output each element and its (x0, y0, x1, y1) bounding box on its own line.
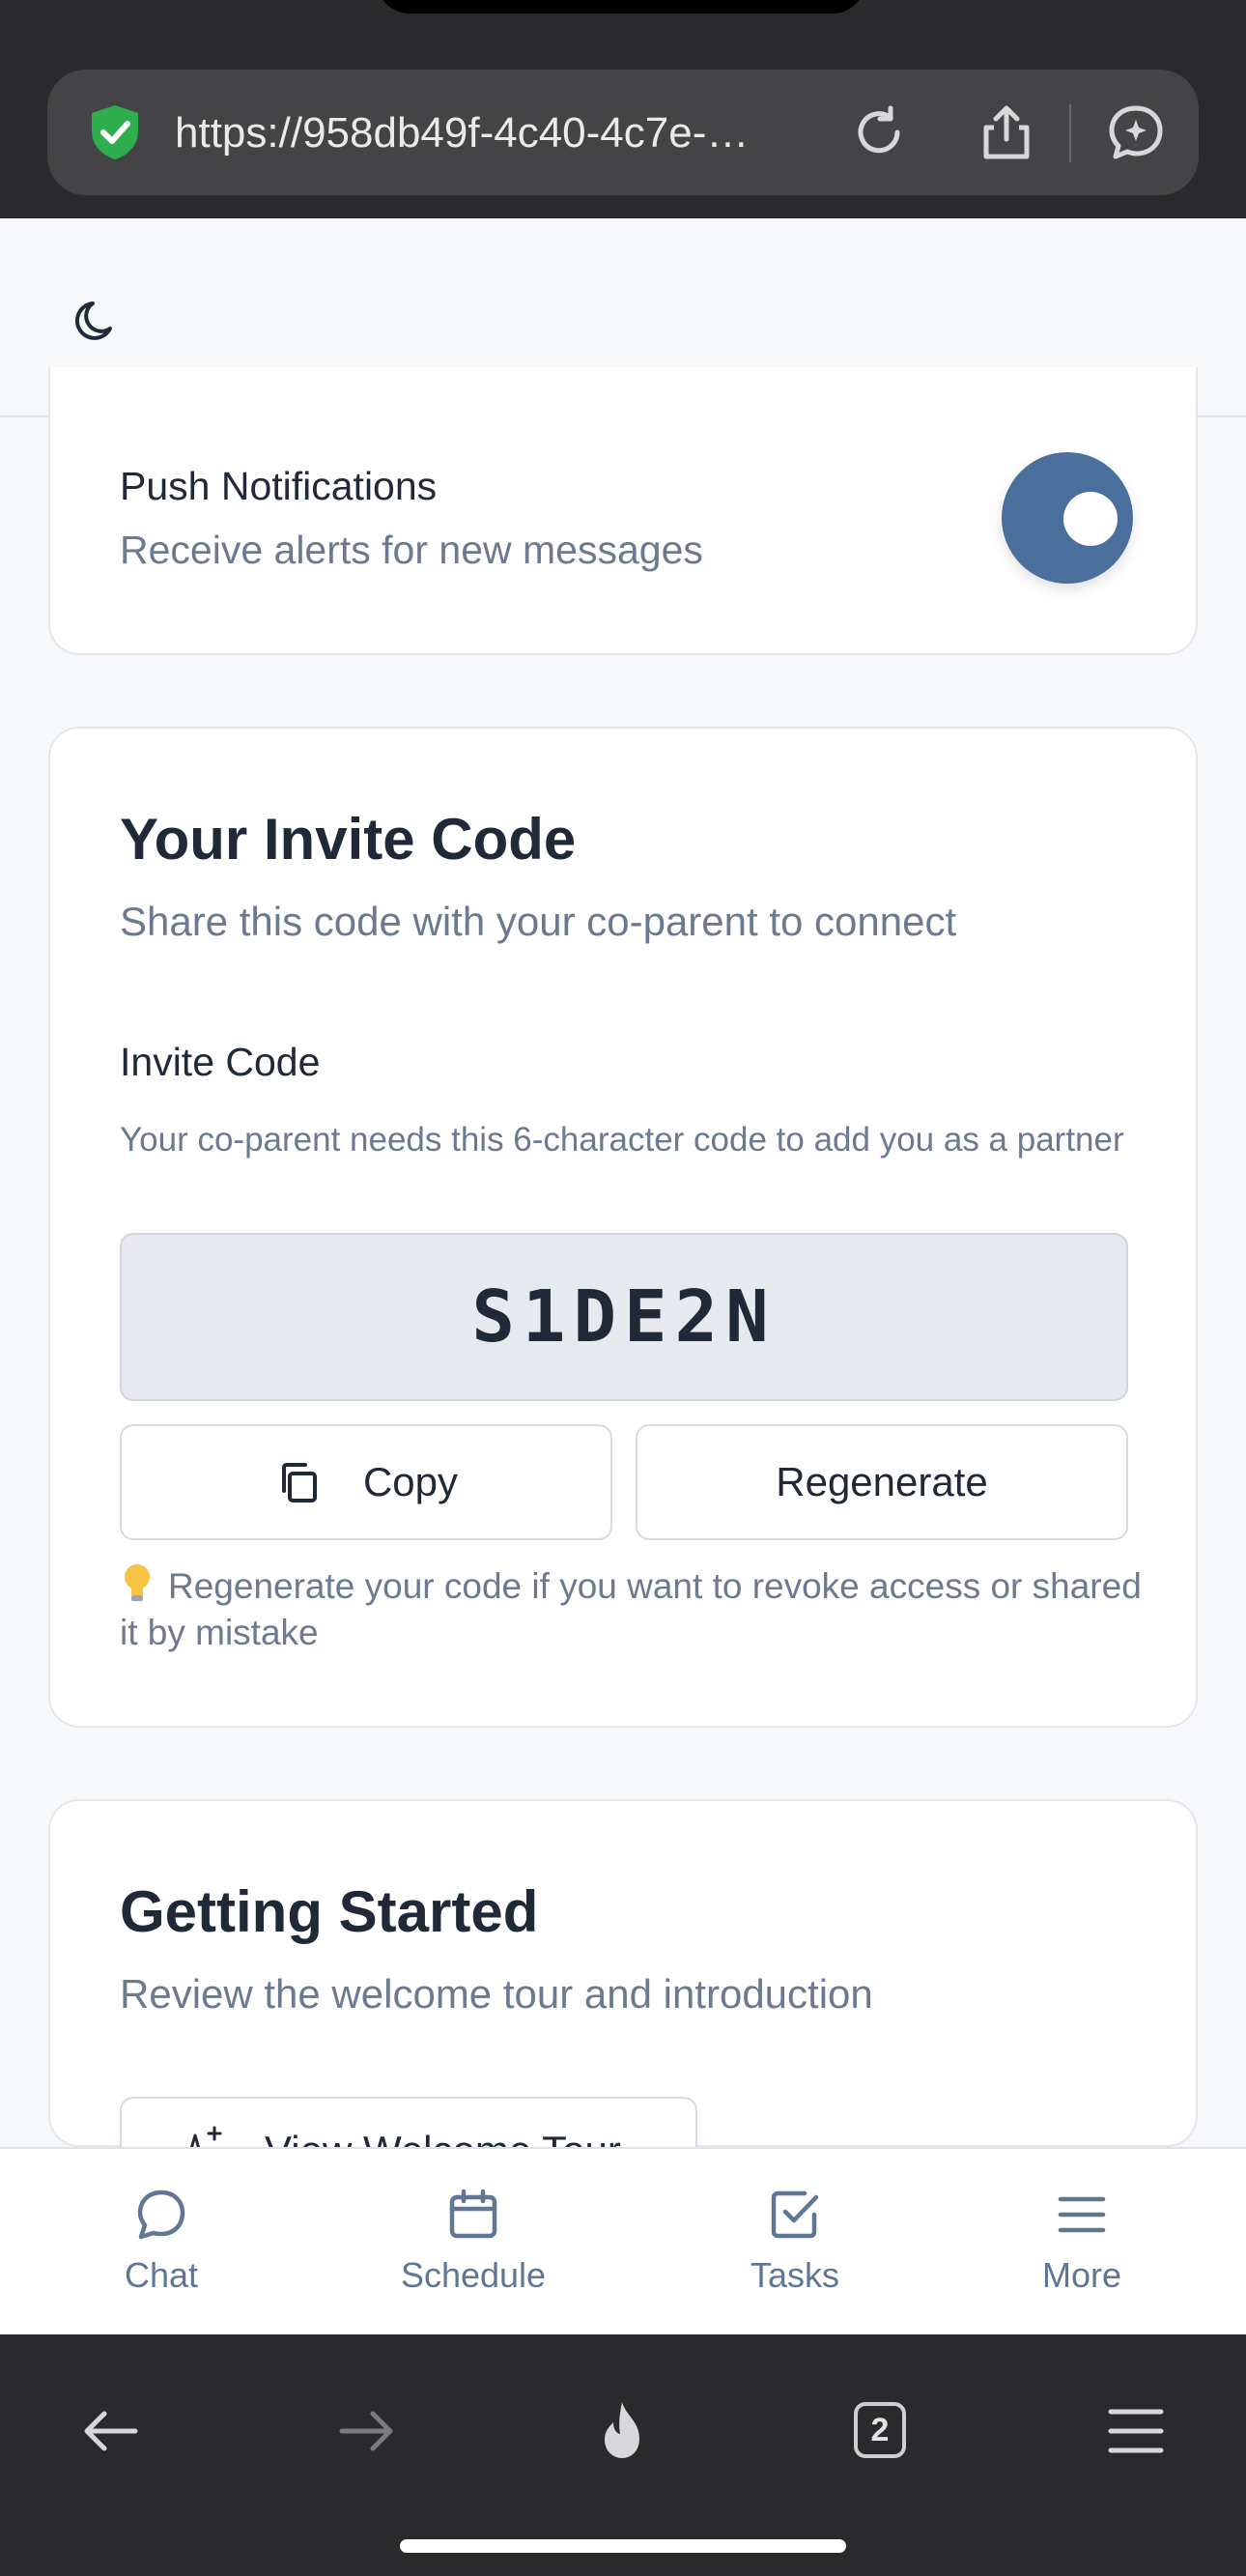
reload-icon[interactable] (847, 100, 911, 164)
getting-started-subtitle: Review the welcome tour and introduction (120, 1971, 873, 2017)
nav-label-more: More (1041, 2255, 1122, 2295)
check-square-icon (771, 2190, 819, 2239)
invite-tip: Regenerate your code if you want to revo… (120, 1561, 1144, 1656)
share-icon[interactable] (975, 100, 1038, 164)
device-notch (377, 0, 865, 14)
browser-bottom-bar: 2 (0, 2334, 1246, 2576)
calendar-icon (449, 2189, 497, 2239)
nav-item-tasks[interactable]: Tasks (679, 2186, 911, 2296)
nav-item-more[interactable]: More (966, 2186, 1198, 2296)
tabs-count-button[interactable]: 2 (854, 2402, 906, 2458)
bottom-nav: Chat Schedule Tasks More (0, 2147, 1246, 2334)
home-indicator (400, 2539, 846, 2553)
invite-code-label: Invite Code (120, 1040, 321, 1084)
browser-top-bar: https://958db49f-4c40-4c7e-… (0, 0, 1246, 218)
invite-code-value[interactable]: S1DE2N (471, 1275, 776, 1359)
address-bar[interactable]: https://958db49f-4c40-4c7e-… (47, 70, 1199, 195)
regenerate-button-label: Regenerate (776, 1459, 988, 1504)
hamburger-icon (1058, 2196, 1106, 2233)
push-notifications-card: Push Notifications Receive alerts for ne… (48, 367, 1198, 655)
copy-button-label: Copy (362, 1459, 459, 1504)
push-notifications-toggle[interactable] (1002, 452, 1133, 584)
moon-icon[interactable] (73, 296, 122, 344)
push-notifications-description: Receive alerts for new messages (120, 528, 703, 572)
invite-code-card: Your Invite Code Share this code with yo… (48, 727, 1198, 1728)
chat-bubble-icon (137, 2190, 185, 2240)
getting-started-title: Getting Started (120, 1879, 539, 1944)
invite-card-subtitle: Share this code with your co-parent to c… (120, 899, 957, 944)
push-notifications-title: Push Notifications (120, 464, 438, 508)
menu-icon[interactable] (1101, 2396, 1171, 2466)
url-text[interactable]: https://958db49f-4c40-4c7e-… (175, 106, 870, 160)
nav-item-schedule[interactable]: Schedule (357, 2186, 589, 2296)
nav-label-chat: Chat (124, 2255, 199, 2295)
lightbulb-icon (125, 1564, 150, 1601)
invite-card-title: Your Invite Code (120, 807, 577, 872)
nav-item-chat[interactable]: Chat (45, 2186, 277, 2296)
toggle-knob (1063, 492, 1118, 546)
invite-code-help: Your co-parent needs this 6-character co… (120, 1121, 1124, 1159)
shield-check-icon[interactable] (84, 101, 146, 163)
regenerate-button[interactable]: Regenerate (636, 1424, 1128, 1540)
assistant-icon[interactable] (1104, 100, 1168, 164)
fire-icon[interactable] (587, 2396, 657, 2466)
invite-tip-text: Regenerate your code if you want to revo… (120, 1566, 1142, 1652)
copy-icon (281, 1463, 317, 1503)
getting-started-card: Getting Started Review the welcome tour … (48, 1799, 1198, 2174)
nav-label-schedule: Schedule (400, 2255, 547, 2295)
nav-label-tasks: Tasks (750, 2255, 840, 2295)
back-icon[interactable] (75, 2396, 145, 2466)
url-bar-divider (1069, 104, 1071, 162)
copy-button[interactable]: Copy (120, 1424, 612, 1540)
invite-code-box[interactable]: S1DE2N (120, 1233, 1128, 1401)
forward-icon[interactable] (332, 2396, 402, 2466)
